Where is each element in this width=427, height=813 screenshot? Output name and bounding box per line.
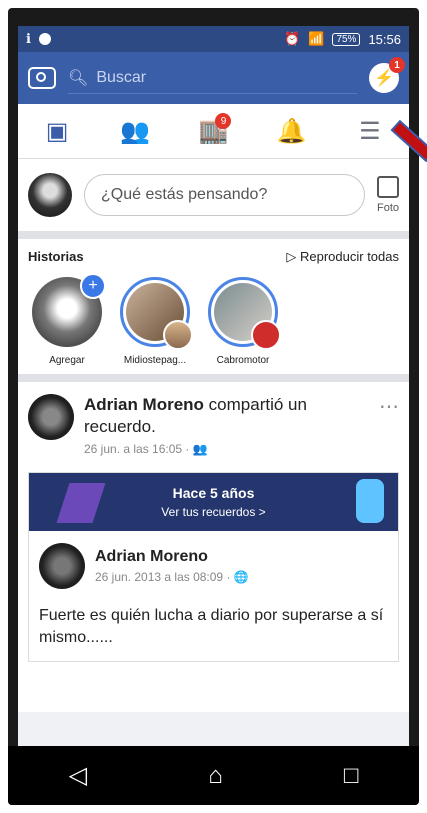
story-item[interactable]: + Agregar: [28, 273, 106, 366]
decorative-hand: [356, 479, 384, 523]
messenger-badge: 1: [389, 57, 405, 73]
composer: ¿Qué estás pensando? Foto: [18, 159, 409, 239]
screen: ℹ ⏰ 📶 75% 15:56 🔍︎ Buscar ⚡ 1 ▣ 👥 🏬 9 🔔 …: [18, 26, 409, 746]
android-nav-bar: ◁ ⌂ □: [8, 746, 419, 805]
shared-post: Adrian Moreno 26 jun. 2013 a las 08:09 ·…: [29, 531, 398, 661]
story-name: Agregar: [49, 355, 85, 366]
story-name: Midiostepag...: [123, 355, 187, 366]
messenger-button[interactable]: ⚡ 1: [369, 57, 405, 93]
search-field[interactable]: 🔍︎ Buscar: [68, 63, 357, 94]
shared-post-avatar[interactable]: [39, 543, 85, 589]
photo-icon: [376, 176, 399, 198]
tab-menu[interactable]: ☰: [350, 111, 390, 151]
stories-title: Historias: [28, 249, 84, 264]
messenger-notif-icon: [38, 33, 51, 45]
story-item[interactable]: Cabromotor: [204, 277, 282, 366]
story-name: Cabromotor: [216, 355, 270, 366]
add-story-icon[interactable]: +: [80, 273, 106, 299]
memory-banner[interactable]: Hace 5 años Ver tus recuerdos >: [29, 473, 398, 531]
tab-marketplace[interactable]: 🏬 9: [193, 111, 233, 151]
status-input[interactable]: ¿Qué estás pensando?: [84, 174, 365, 216]
top-bar: 🔍︎ Buscar ⚡ 1: [18, 52, 409, 104]
back-button[interactable]: ◁: [69, 761, 87, 790]
photo-button[interactable]: Foto: [376, 176, 399, 214]
post-avatar[interactable]: [28, 394, 74, 440]
post-menu-button[interactable]: ⋯: [379, 394, 399, 456]
phone-frame: ℹ ⏰ 📶 75% 15:56 🔍︎ Buscar ⚡ 1 ▣ 👥 🏬 9 🔔 …: [8, 8, 419, 805]
story-avatar: [251, 320, 281, 350]
post-meta: 26 jun. a las 16:05 · 👥: [84, 442, 208, 456]
tab-news-feed[interactable]: ▣: [37, 111, 77, 151]
play-all-button[interactable]: ▷ Reproducir todas: [286, 249, 399, 265]
search-placeholder: Buscar: [96, 68, 147, 86]
stories-section: Historias ▷ Reproducir todas + Agregar M…: [18, 239, 409, 382]
recents-button[interactable]: □: [344, 762, 359, 790]
status-bar: ℹ ⏰ 📶 75% 15:56: [18, 26, 409, 52]
post: Adrian Moreno compartió un recuerdo. 26 …: [18, 382, 409, 712]
main-nav: ▣ 👥 🏬 9 🔔 ☰: [18, 104, 409, 159]
user-avatar[interactable]: [28, 173, 72, 217]
shared-post-author[interactable]: Adrian Moreno: [95, 548, 249, 566]
tab-notifications[interactable]: 🔔: [272, 111, 312, 151]
tab-friends[interactable]: 👥: [115, 111, 155, 151]
voicemail-icon: ℹ: [26, 31, 31, 46]
shared-post-meta: 26 jun. 2013 a las 08:09 · 🌐: [95, 570, 249, 584]
camera-icon[interactable]: [28, 67, 56, 89]
shared-post-text: Fuerte es quién lucha a diario por super…: [39, 607, 384, 646]
photo-label: Foto: [376, 202, 399, 214]
search-icon: 🔍︎: [68, 69, 89, 87]
story-avatar: [163, 320, 193, 350]
memory-card: Hace 5 años Ver tus recuerdos > Adrian M…: [28, 472, 399, 662]
clock-time: 15:56: [368, 31, 401, 47]
home-button[interactable]: ⌂: [208, 762, 223, 790]
story-item[interactable]: Midiostepag...: [116, 277, 194, 366]
battery-indicator: 75%: [332, 32, 361, 46]
wifi-icon: 📶: [308, 31, 325, 46]
post-author[interactable]: Adrian Moreno: [84, 395, 204, 414]
requests-badge: 9: [215, 113, 232, 129]
alarm-icon: ⏰: [284, 31, 301, 46]
